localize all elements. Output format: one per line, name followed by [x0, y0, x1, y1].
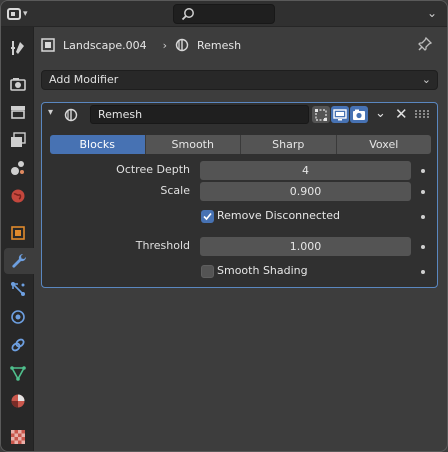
mode-voxel[interactable]: Voxel — [336, 135, 431, 154]
properties-tabs — [1, 27, 34, 451]
scale-row: Scale 0.900 — [42, 182, 437, 201]
smooth-shading-row: Smooth Shading — [42, 262, 437, 281]
smooth-shading-checkbox[interactable] — [201, 265, 214, 278]
render-icon — [10, 78, 26, 91]
edit-mode-toggle[interactable] — [312, 106, 330, 123]
keyframe-dot-icon[interactable] — [421, 169, 425, 173]
output-icon — [11, 106, 25, 119]
physics-icon — [11, 310, 25, 324]
smooth-shading-label[interactable]: Smooth Shading — [217, 264, 308, 277]
object-icon — [11, 226, 25, 240]
mode-smooth[interactable]: Smooth — [145, 135, 241, 154]
scale-field[interactable]: 0.900 — [200, 182, 411, 201]
mode-blocks[interactable]: Blocks — [50, 135, 146, 154]
octree-depth-field[interactable]: 4 — [200, 161, 411, 180]
threshold-row: Threshold 1.000 — [42, 237, 437, 256]
edit-mode-icon — [315, 108, 327, 121]
breadcrumb-modifier: Remesh — [197, 38, 242, 52]
tab-render[interactable] — [5, 71, 31, 97]
material-icon — [11, 394, 25, 408]
tab-data[interactable] — [5, 360, 31, 386]
mesh-data-icon — [10, 366, 26, 381]
scene-icon — [11, 161, 24, 175]
options-dropdown[interactable]: ⌄ — [427, 6, 437, 20]
remesh-modifier-panel: ▾ Remesh ⌄ ✕ Blocks Smooth Sharp Voxel O… — [41, 102, 438, 288]
view-layer-icon — [11, 132, 26, 147]
threshold-field[interactable]: 1.000 — [200, 237, 411, 256]
particles-icon — [11, 282, 25, 296]
search-input[interactable] — [173, 4, 275, 24]
tab-scene[interactable] — [5, 155, 31, 181]
scale-label: Scale — [160, 184, 190, 197]
collapse-toggle-icon[interactable]: ▾ — [48, 107, 53, 118]
close-icon[interactable]: ✕ — [395, 105, 408, 123]
texture-icon — [11, 430, 25, 444]
editor-type-menu[interactable]: ▾ — [7, 5, 43, 22]
mode-sharp[interactable]: Sharp — [241, 135, 337, 154]
tool-icon — [11, 41, 24, 55]
keyframe-dot-icon[interactable] — [421, 245, 425, 249]
octree-depth-row: Octree Depth 4 — [42, 161, 437, 180]
remove-disconnected-checkbox[interactable] — [201, 210, 214, 223]
chevron-down-icon: ▾ — [23, 8, 28, 19]
mode-selector: Blocks Smooth Sharp Voxel — [50, 135, 431, 154]
properties-editor: ▾ ⌄ Landscape.004 › Remesh Add Modifier … — [0, 0, 448, 452]
remove-disconnected-label[interactable]: Remove Disconnected — [217, 209, 340, 222]
remove-disconnected-row: Remove Disconnected — [42, 207, 437, 226]
modifier-header: ▾ Remesh ⌄ ✕ — [42, 103, 437, 127]
object-icon — [41, 38, 55, 52]
remesh-icon — [175, 38, 189, 52]
breadcrumb: Landscape.004 › Remesh — [41, 34, 441, 56]
drag-handle-icon[interactable] — [415, 110, 429, 118]
breadcrumb-object: Landscape.004 — [63, 38, 147, 52]
tab-tool[interactable] — [5, 35, 31, 61]
keyframe-dot-icon[interactable] — [421, 215, 425, 219]
tab-modifiers[interactable] — [4, 248, 34, 274]
tab-physics[interactable] — [5, 304, 31, 330]
realtime-toggle[interactable] — [331, 106, 349, 123]
tab-world[interactable] — [5, 183, 31, 209]
render-toggle[interactable] — [350, 106, 368, 123]
properties-editor-icon — [7, 7, 21, 20]
chevron-down-icon: ⌄ — [421, 73, 431, 86]
add-modifier-dropdown[interactable]: Add Modifier ⌄ — [41, 70, 438, 90]
constraints-icon — [11, 338, 25, 352]
keyframe-dot-icon[interactable] — [421, 190, 425, 194]
tab-constraints[interactable] — [5, 332, 31, 358]
modifier-name-field[interactable]: Remesh — [90, 105, 309, 124]
keyframe-dot-icon[interactable] — [421, 270, 425, 274]
octree-depth-label: Octree Depth — [116, 163, 190, 176]
tab-object[interactable] — [5, 220, 31, 246]
add-modifier-label: Add Modifier — [49, 73, 119, 86]
pin-icon[interactable] — [417, 36, 433, 52]
tab-material[interactable] — [5, 388, 31, 414]
camera-icon — [353, 109, 365, 120]
threshold-label: Threshold — [135, 239, 190, 252]
search-icon — [181, 8, 194, 21]
wrench-icon — [12, 253, 27, 268]
monitor-icon — [333, 108, 347, 120]
tab-particles[interactable] — [5, 276, 31, 302]
chevron-down-icon[interactable]: ⌄ — [375, 106, 386, 121]
chevron-right-icon: › — [162, 38, 167, 52]
header-bar: ▾ ⌄ — [1, 1, 447, 27]
check-icon — [203, 212, 212, 221]
remesh-icon — [64, 108, 78, 122]
tab-texture[interactable] — [5, 424, 31, 450]
tab-output[interactable] — [5, 99, 31, 125]
tab-view-layer[interactable] — [5, 127, 31, 153]
world-icon — [11, 189, 25, 203]
